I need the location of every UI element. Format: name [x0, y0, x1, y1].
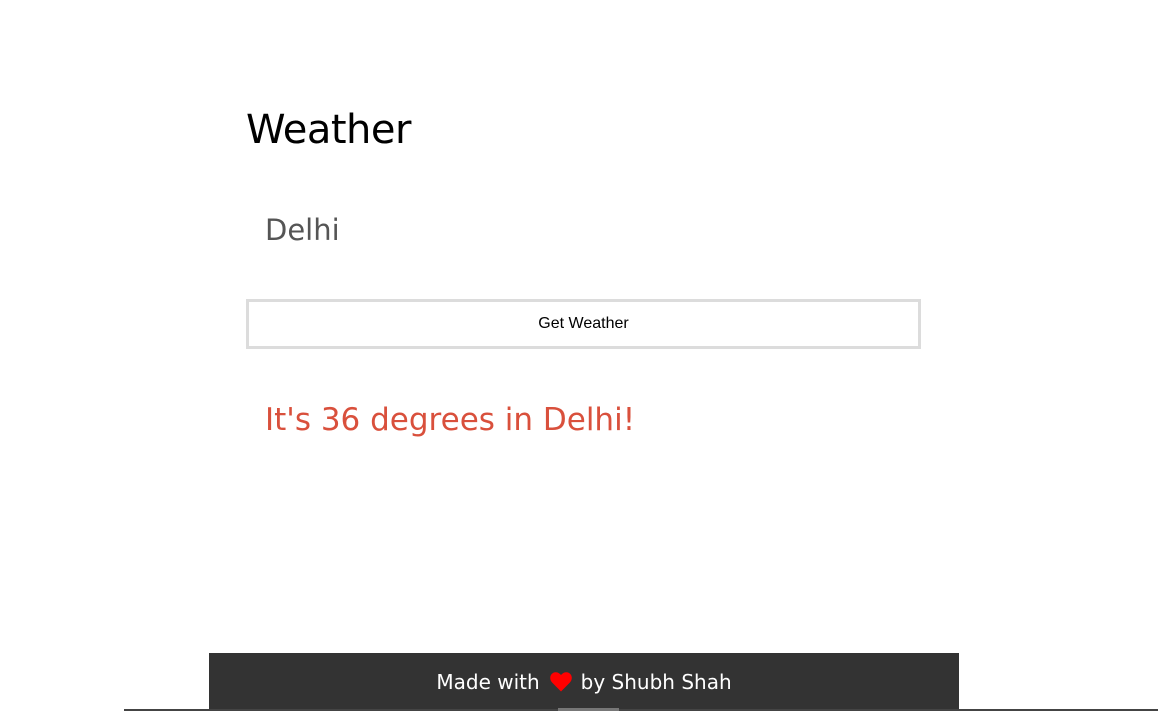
weather-page: Weather Get Weather It's 36 degrees in D…: [0, 0, 1158, 711]
footer: Made with by Shubh Shah: [209, 653, 959, 711]
page-title: Weather: [246, 107, 411, 153]
weather-result: It's 36 degrees in Delhi!: [265, 402, 636, 438]
heart-icon: [549, 672, 572, 692]
footer-text-before: Made with: [436, 670, 540, 694]
get-weather-button[interactable]: Get Weather: [246, 299, 921, 349]
city-input[interactable]: [246, 204, 921, 256]
footer-text-after: by Shubh Shah: [580, 670, 732, 694]
